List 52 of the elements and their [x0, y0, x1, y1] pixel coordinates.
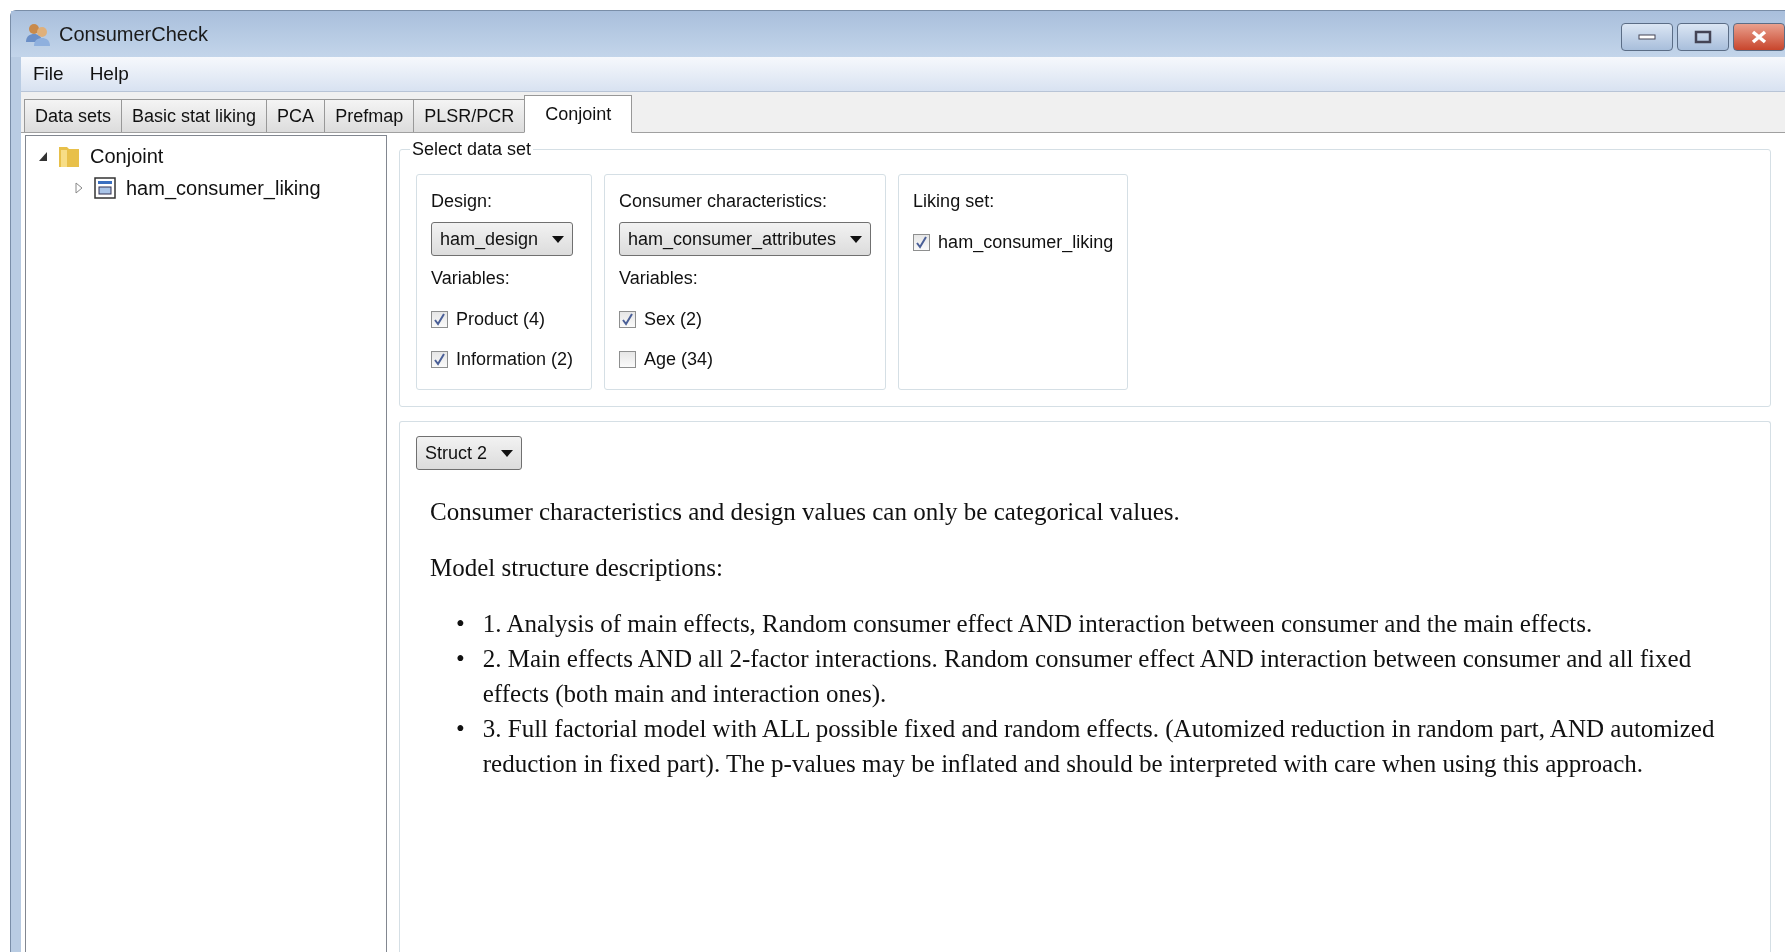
checkbox[interactable] — [431, 350, 448, 368]
tab[interactable]: Conjoint — [524, 95, 633, 133]
menu-item[interactable]: File — [33, 63, 64, 85]
caret-icon — [552, 235, 565, 243]
maximize-icon — [1694, 30, 1712, 44]
tab[interactable]: PCA — [266, 99, 326, 132]
tree-item[interactable]: Conjoint — [90, 144, 164, 168]
field-label: Consumer characteristics: — [619, 191, 829, 212]
dropdown[interactable]: Struct 2 — [416, 436, 523, 470]
tab[interactable]: Basic stat liking — [121, 99, 268, 132]
users-icon — [25, 22, 51, 46]
close-button[interactable] — [1733, 23, 1785, 51]
tab[interactable]: Prefmap — [324, 99, 415, 132]
window-title: ConsumerCheck — [59, 22, 209, 46]
caret-icon — [501, 449, 514, 457]
menu-item[interactable]: Help — [89, 63, 129, 85]
bullet: • — [456, 644, 465, 674]
checkbox[interactable] — [619, 310, 636, 328]
field-label: Variables: — [431, 268, 511, 289]
field-label: Variables: — [619, 268, 699, 289]
minimize-button[interactable] — [1621, 23, 1673, 51]
field-label: Liking set: — [913, 191, 996, 212]
tab[interactable]: Data sets — [24, 99, 123, 132]
heading: Model structure descriptions: — [430, 554, 724, 582]
checkbox[interactable] — [431, 310, 448, 328]
checkbox-label: Information (2) — [456, 348, 574, 370]
checkbox-label: Product (4) — [456, 308, 546, 330]
folder-icon — [58, 144, 80, 168]
group-title: Select data set — [411, 139, 533, 160]
checkbox-label: Age (34) — [644, 348, 714, 370]
minimize-icon — [1638, 34, 1656, 40]
field-label: Design: — [431, 191, 494, 212]
checkbox[interactable] — [619, 350, 636, 368]
close-icon — [1750, 30, 1768, 44]
collapsed-arrow-icon[interactable] — [74, 182, 84, 194]
checkbox-label: Sex (2) — [644, 308, 703, 330]
list-item: 1. Analysis of main effects, Random consumer effect AND interaction between consumer and the main effects. — [482, 609, 1593, 639]
bullet: • — [456, 714, 465, 744]
dropdown[interactable]: ham_design — [431, 222, 574, 256]
dropdown[interactable]: ham_consumer_attributes — [619, 222, 872, 256]
paragraph: Consumer characteristics and design values can only be categorical values. — [430, 498, 1181, 526]
expanded-arrow-icon[interactable] — [38, 150, 48, 162]
list-item: 3. Full factorial model with ALL possible fixed and random effects. (Automized reduction in random part, AND automized reduction in fixed part). The p-values may be inflated and should be interpreted with care when using this approach. — [482, 714, 1716, 780]
tree-item[interactable]: ham_consumer_liking — [126, 176, 321, 200]
caret-icon — [850, 235, 863, 243]
checkbox[interactable] — [913, 233, 931, 251]
list-item: 2. Main effects AND all 2-factor interactions. Random consumer effect AND interaction between consumer and all fixed effects (both main and interaction ones). — [482, 644, 1693, 710]
checkbox-label: ham_consumer_liking — [938, 231, 1114, 253]
bullet: • — [456, 609, 465, 639]
table-icon — [94, 177, 116, 199]
maximize-button[interactable] — [1677, 23, 1729, 51]
tab[interactable]: PLSR/PCR — [413, 99, 526, 132]
